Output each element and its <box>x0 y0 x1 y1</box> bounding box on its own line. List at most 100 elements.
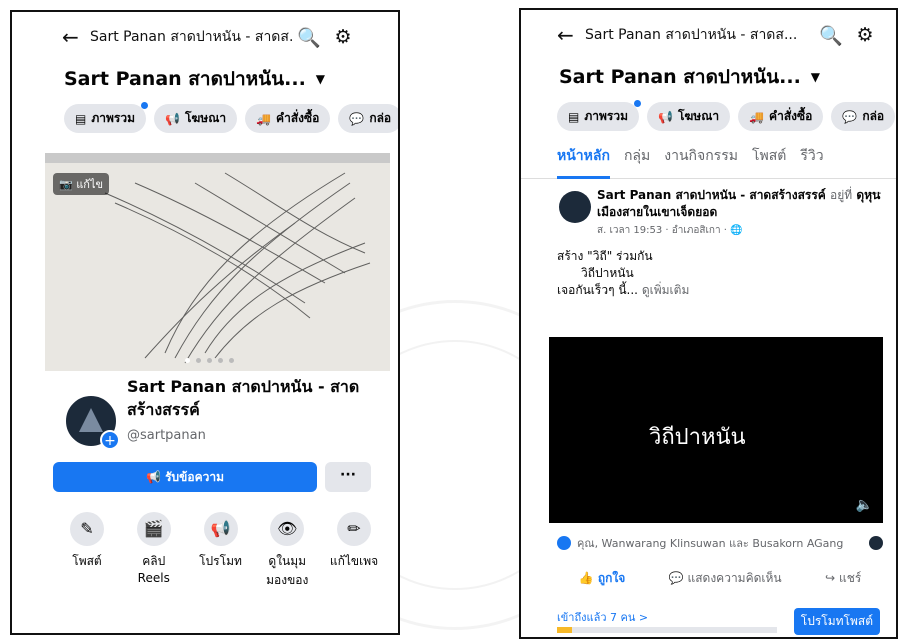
chip-overview[interactable]: ▤ ภาพรวม <box>64 102 148 133</box>
page-title: Sart Panan สาดปาหนัน - สาดส... <box>585 27 798 43</box>
chip-label: โฆษณา <box>184 111 227 125</box>
reels-icon: 🎬 <box>136 512 171 546</box>
action-row: ✎ โพสต์ 🎬 คลิป Reels 📢 โปรโมท 👁 ดูในมุมมองขอ… <box>58 512 383 590</box>
back-arrow-icon[interactable]: ← <box>62 25 90 49</box>
screenshot-canvas: ← Sart Panan สาดปาหนัน - สาดส... 🔍 ⚙ Sar… <box>0 0 923 639</box>
more-options-button[interactable]: ··· <box>325 462 371 492</box>
chip-inbox[interactable]: 💬 กล่อ <box>831 102 896 131</box>
volume-icon[interactable]: 🔈 <box>856 497 873 513</box>
page-feed-screen: ← Sart Panan สาดปาหนัน - สาดส... 🔍 ⚙ Sar… <box>519 8 898 639</box>
post-action[interactable]: ✎ โพสต์ <box>58 512 116 590</box>
tab-home[interactable]: หน้าหลัก <box>557 145 610 179</box>
boost-post-button[interactable]: โปรโมทโพสต์ <box>793 608 880 635</box>
post-menu-icon[interactable]: ··· <box>870 187 882 202</box>
video-title: วิถีปาหนัน <box>649 425 746 450</box>
pager-dot <box>229 358 234 363</box>
share-label: แชร์ <box>838 571 862 585</box>
action-label: โพสต์ <box>72 554 102 568</box>
caret-down-icon: ▼ <box>315 72 326 86</box>
get-messages-button[interactable]: 📢 รับข้อความ <box>53 462 317 492</box>
add-photo-icon[interactable]: + <box>100 430 120 450</box>
like-reaction-icon <box>557 536 571 550</box>
post-line-text: เจอกันเร็วๆ นี้... <box>557 283 638 297</box>
compose-icon: ✎ <box>70 512 104 546</box>
avatar[interactable]: + <box>63 393 120 450</box>
post-line: วิถีปาหนัน <box>581 266 634 280</box>
chip-label: คำสั่งซื้อ <box>276 111 320 125</box>
chip-orders[interactable]: 🚚 คำสั่งซื้อ <box>738 102 824 131</box>
reels-action[interactable]: 🎬 คลิป Reels <box>125 512 183 590</box>
truck-icon: 🚚 <box>256 111 272 126</box>
reaction-summary[interactable]: คุณ, Wanwarang Klinsuwan และ Busakorn AG… <box>557 534 883 552</box>
top-bar: ← Sart Panan สาดปาหนัน - สาดส... 🔍 ⚙ <box>521 10 896 60</box>
reactor-avatar <box>869 536 883 550</box>
post-video[interactable]: วิถีปาหนัน 🔈 <box>549 337 883 523</box>
chip-label: กล่อ <box>862 109 885 123</box>
tab-posts[interactable]: โพสต์ <box>752 145 786 178</box>
chip-inbox[interactable]: 💬 กล่อ <box>338 104 398 133</box>
chat-icon: 💬 <box>349 111 365 126</box>
tab-events[interactable]: งานกิจกรรม <box>664 145 738 178</box>
post-avatar[interactable] <box>559 191 591 223</box>
reaction-names: คุณ, Wanwarang Klinsuwan และ Busakorn AG… <box>577 537 844 550</box>
post-actions: 👍 ถูกใจ 💬 แสดงความคิดเห็น ↪ แชร์ <box>557 569 883 588</box>
chip-orders[interactable]: 🚚 คำสั่งซื้อ <box>245 104 331 133</box>
share-button[interactable]: ↪ แชร์ <box>825 569 861 588</box>
eye-icon: 👁 <box>270 512 305 546</box>
chip-label: โฆษณา <box>677 109 720 123</box>
overview-icon: ▤ <box>568 109 580 124</box>
post-at: อยู่ที่ <box>830 188 853 202</box>
chip-ads[interactable]: 📢 โฆษณา <box>647 102 731 131</box>
notification-dot <box>141 102 148 109</box>
post-meta: ส. เวลา 19:53 · อำเภอสิเกา · 🌐 <box>597 225 743 236</box>
chip-row: ▤ ภาพรวม 📢 โฆษณา 🚚 คำสั่งซื้อ 💬 กล่อ <box>12 94 398 133</box>
profile-name: Sart Panan สาดปาหนัน - สาดสร้างสรรค์ <box>127 377 360 419</box>
truck-icon: 🚚 <box>749 109 765 124</box>
search-icon[interactable]: 🔍 <box>292 26 326 49</box>
page-title: Sart Panan สาดปาหนัน - สาดส... <box>90 29 292 45</box>
comment-label: แสดงความคิดเห็น <box>687 571 782 585</box>
gear-icon[interactable]: ⚙ <box>848 24 882 46</box>
view-as-action[interactable]: 👁 ดูในมุมมองของ <box>258 512 316 590</box>
back-arrow-icon[interactable]: ← <box>557 23 585 47</box>
pager-dot <box>185 358 190 363</box>
gear-icon[interactable]: ⚙ <box>326 26 360 48</box>
reach-progress-fill <box>557 627 573 633</box>
top-bar: ← Sart Panan สาดปาหนัน - สาดส... 🔍 ⚙ <box>12 12 398 62</box>
tab-reviews[interactable]: รีวิว <box>800 145 823 178</box>
see-more-link[interactable]: ดูเพิ่มเติม <box>642 283 690 297</box>
page-name: Sart Panan สาดปาหนัน... <box>64 68 306 90</box>
megaphone-icon: 📢 <box>658 109 673 124</box>
search-icon[interactable]: 🔍 <box>814 24 848 47</box>
overview-icon: ▤ <box>75 111 87 126</box>
pager-dot <box>196 358 201 363</box>
action-label: แก้ไขเพจ <box>329 554 379 568</box>
post-header: Sart Panan สาดปาหนัน - สาดสร้างสรรค์ อยู… <box>521 179 896 238</box>
page-switcher[interactable]: Sart Panan สาดปาหนัน... ▼ <box>12 62 398 94</box>
post-author[interactable]: Sart Panan สาดปาหนัน - สาดสร้างสรรค์ <box>597 188 826 202</box>
post-line: เจอกันเร็วๆ นี้... ดูเพิ่มเติม <box>557 282 896 299</box>
edit-cover-button[interactable]: 📷 แก้ไข <box>53 173 109 195</box>
cover-photo[interactable]: 📷 แก้ไข <box>45 153 390 371</box>
comment-button[interactable]: 💬 แสดงความคิดเห็น <box>669 569 782 588</box>
notification-dot <box>634 100 641 107</box>
reach-progress-bar <box>557 627 777 633</box>
like-button[interactable]: 👍 ถูกใจ <box>579 569 626 588</box>
chip-row: ▤ ภาพรวม 📢 โฆษณา 🚚 คำสั่งซื้อ 💬 กล่อ <box>521 92 896 131</box>
page-switcher[interactable]: Sart Panan สาดปาหนัน... ▼ <box>521 60 896 92</box>
chip-ads[interactable]: 📢 โฆษณา <box>154 104 238 133</box>
post-line: สร้าง "วิถี" ร่วมกัน <box>557 249 653 263</box>
pencil-icon: ✏ <box>337 512 371 546</box>
edit-page-action[interactable]: ✏ แก้ไขเพจ <box>325 512 383 590</box>
chip-label: กล่อ <box>369 111 392 125</box>
post-author-line: Sart Panan สาดปาหนัน - สาดสร้างสรรค์ อยู… <box>597 187 886 221</box>
chat-icon: 💬 <box>842 109 858 124</box>
carousel-pager <box>185 358 234 363</box>
promote-action[interactable]: 📢 โปรโมท <box>192 512 250 590</box>
page-name: Sart Panan สาดปาหนัน... <box>559 66 801 88</box>
tab-groups[interactable]: กลุ่ม <box>624 145 650 178</box>
chip-overview[interactable]: ▤ ภาพรวม <box>557 100 641 131</box>
post-body: สร้าง "วิถี" ร่วมกัน วิถีปาหนัน เจอกันเร… <box>521 238 896 299</box>
megaphone-icon: 📢 <box>203 512 238 546</box>
caret-down-icon: ▼ <box>810 70 821 84</box>
